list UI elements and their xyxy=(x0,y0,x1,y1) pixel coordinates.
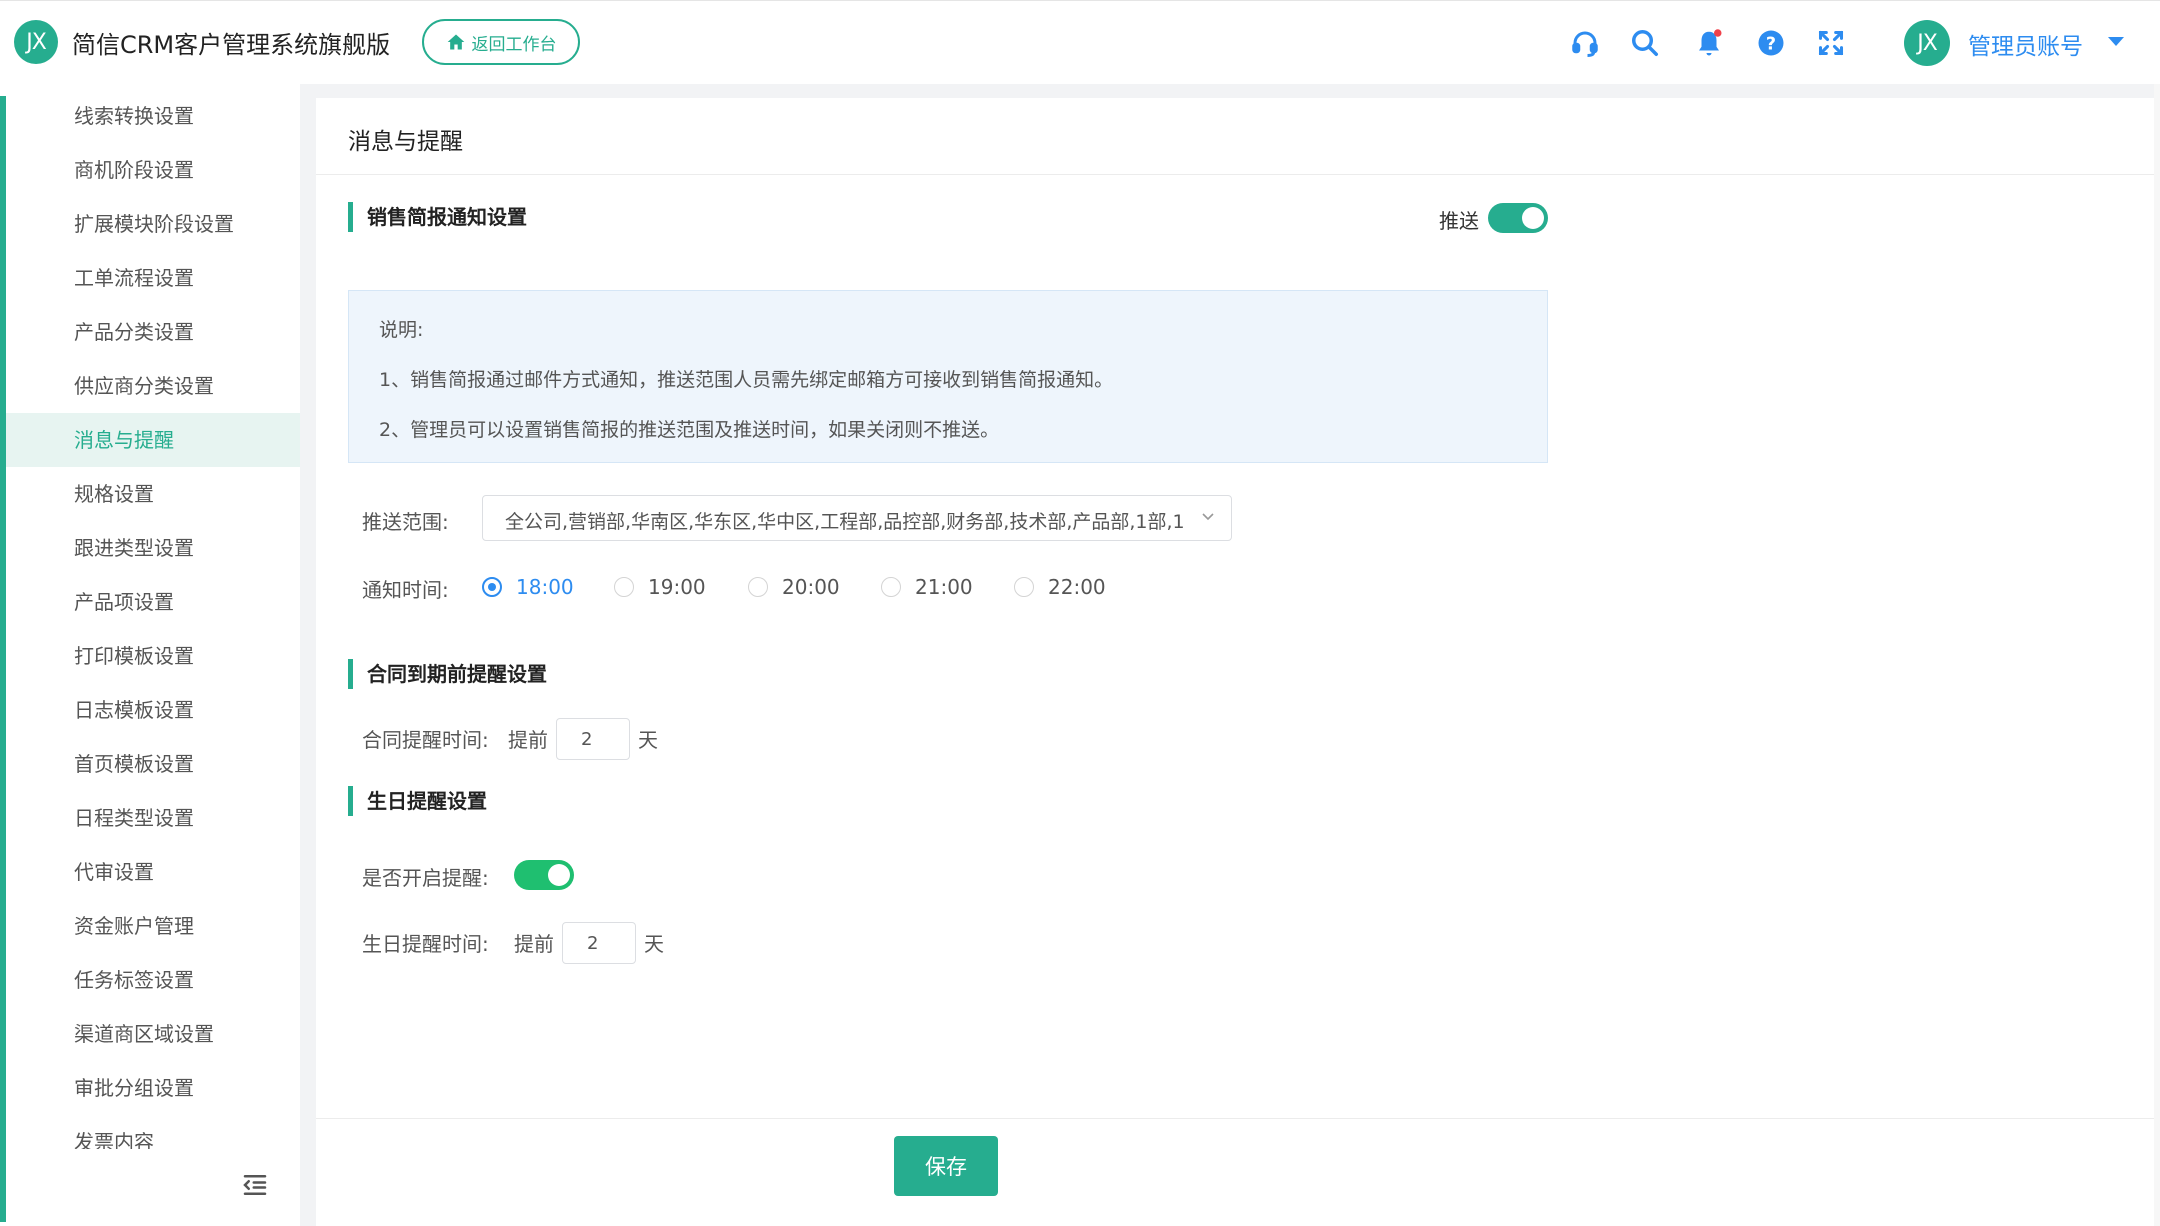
sidebar-item-schedule-type[interactable]: 日程类型设置 xyxy=(6,791,300,845)
bell-icon[interactable] xyxy=(1693,27,1725,59)
svg-text:?: ? xyxy=(1766,34,1776,54)
sidebar-item-product-item[interactable]: 产品项设置 xyxy=(6,575,300,629)
save-button[interactable]: 保存 xyxy=(894,1136,998,1196)
sidebar-item-approval-group[interactable]: 审批分组设置 xyxy=(6,1061,300,1115)
back-button-label: 返回工作台 xyxy=(471,34,557,55)
section-title-birthday: 生日提醒设置 xyxy=(348,786,487,816)
birthday-time-label: 生日提醒时间: xyxy=(362,932,489,956)
birthday-unit: 天 xyxy=(644,932,664,956)
radio-dot xyxy=(748,577,768,597)
radio-dot xyxy=(614,577,634,597)
contract-unit: 天 xyxy=(638,728,658,752)
page-title: 消息与提醒 xyxy=(348,129,463,155)
push-label: 推送 xyxy=(1439,209,1479,233)
radio-dot xyxy=(1014,577,1034,597)
time-option-label: 21:00 xyxy=(915,575,973,599)
help-icon[interactable]: ? xyxy=(1755,27,1787,59)
chevron-down-icon xyxy=(1202,513,1214,521)
time-option-2200[interactable]: 22:00 xyxy=(1014,572,1106,602)
contract-time-label: 合同提醒时间: xyxy=(362,728,489,752)
main-panel: 消息与提醒 销售简报通知设置 推送 说明: 1、销售简报通过邮件方式通知，推送范… xyxy=(316,98,2160,1226)
section-title-sales-report: 销售简报通知设置 xyxy=(348,202,527,232)
toggle-knob xyxy=(548,864,570,886)
user-name[interactable]: 管理员账号 xyxy=(1968,27,2083,61)
sidebar-item-channel-region[interactable]: 渠道商区域设置 xyxy=(6,1007,300,1061)
sidebar-item-opportunity-stage[interactable]: 商机阶段设置 xyxy=(6,143,300,197)
toggle-knob xyxy=(1522,207,1544,229)
time-option-2100[interactable]: 21:00 xyxy=(881,572,973,602)
sidebar-item-task-tag[interactable]: 任务标签设置 xyxy=(6,953,300,1007)
time-option-label: 22:00 xyxy=(1048,575,1106,599)
sidebar-item-workorder-flow[interactable]: 工单流程设置 xyxy=(6,251,300,305)
radio-dot xyxy=(482,577,502,597)
scope-label: 推送范围: xyxy=(362,510,449,534)
headset-icon[interactable] xyxy=(1569,27,1601,59)
sidebar-item-product-category[interactable]: 产品分类设置 xyxy=(6,305,300,359)
home-icon xyxy=(447,34,464,50)
sidebar-item-followup-type[interactable]: 跟进类型设置 xyxy=(6,521,300,575)
contract-prefix: 提前 xyxy=(508,728,548,752)
sales-report-notice: 说明: 1、销售简报通过邮件方式通知，推送范围人员需先绑定邮箱方可接收到销售简报… xyxy=(348,290,1548,463)
user-avatar[interactable]: JX xyxy=(1904,20,1950,66)
birthday-prefix: 提前 xyxy=(514,932,554,956)
settings-menu: 线索转换设置 商机阶段设置 扩展模块阶段设置 工单流程设置 产品分类设置 供应商… xyxy=(6,89,300,1149)
contract-days-input[interactable] xyxy=(556,718,630,760)
notice-heading: 说明: xyxy=(379,319,424,341)
sidebar-item-specifications[interactable]: 规格设置 xyxy=(6,467,300,521)
time-option-label: 20:00 xyxy=(782,575,840,599)
sidebar-item-home-template[interactable]: 首页模板设置 xyxy=(6,737,300,791)
sidebar-item-log-template[interactable]: 日志模板设置 xyxy=(6,683,300,737)
sidebar-item-proxy-approval[interactable]: 代审设置 xyxy=(6,845,300,899)
birthday-days-input[interactable] xyxy=(562,922,636,964)
sidebar-item-print-template[interactable]: 打印模板设置 xyxy=(6,629,300,683)
sidebar-item-extension-stage[interactable]: 扩展模块阶段设置 xyxy=(6,197,300,251)
notify-time-label: 通知时间: xyxy=(362,578,449,602)
chevron-down-icon[interactable] xyxy=(2108,37,2124,46)
birthday-enable-label: 是否开启提醒: xyxy=(362,866,489,890)
notice-line-1: 1、销售简报通过邮件方式通知，推送范围人员需先绑定邮箱方可接收到销售简报通知。 xyxy=(379,369,1114,391)
push-toggle[interactable] xyxy=(1488,203,1548,233)
sidebar-item-messages-reminders[interactable]: 消息与提醒 xyxy=(6,413,300,467)
fullscreen-icon[interactable] xyxy=(1815,27,1847,59)
app-logo: JX xyxy=(14,20,58,64)
birthday-reminder-toggle[interactable] xyxy=(514,860,574,890)
back-to-workbench-button[interactable]: 返回工作台 xyxy=(422,19,580,65)
notice-line-2: 2、管理员可以设置销售简报的推送范围及推送时间，如果关闭则不推送。 xyxy=(379,419,1000,441)
radio-dot xyxy=(881,577,901,597)
top-header: JX 简信CRM客户管理系统旗舰版 返回工作台 ? JX 管理员账号 xyxy=(0,0,2160,84)
title-divider xyxy=(316,174,2160,175)
app-title: 简信CRM客户管理系统旗舰版 xyxy=(72,31,391,59)
time-option-2000[interactable]: 20:00 xyxy=(748,572,840,602)
sidebar-item-fund-account[interactable]: 资金账户管理 xyxy=(6,899,300,953)
push-scope-value: 全公司,营销部,华南区,华东区,华中区,工程部,品控部,财务部,技术部,产品部,… xyxy=(505,511,1185,533)
section-title-contract: 合同到期前提醒设置 xyxy=(348,659,547,689)
time-option-label: 18:00 xyxy=(516,575,574,599)
settings-sidebar: 线索转换设置 商机阶段设置 扩展模块阶段设置 工单流程设置 产品分类设置 供应商… xyxy=(0,84,300,1226)
sidebar-item-invoice-content[interactable]: 发票内容 xyxy=(6,1115,300,1149)
search-icon[interactable] xyxy=(1629,27,1661,59)
time-option-1900[interactable]: 19:00 xyxy=(614,572,706,602)
sidebar-item-lead-conversion[interactable]: 线索转换设置 xyxy=(6,89,300,143)
sidebar-item-supplier-category[interactable]: 供应商分类设置 xyxy=(6,359,300,413)
page-scrollbar[interactable] xyxy=(2154,84,2160,1226)
footer-divider xyxy=(316,1118,2160,1119)
push-scope-select[interactable]: 全公司,营销部,华南区,华东区,华中区,工程部,品控部,财务部,技术部,产品部,… xyxy=(482,495,1232,541)
time-option-1800[interactable]: 18:00 xyxy=(482,572,574,602)
time-option-label: 19:00 xyxy=(648,575,706,599)
collapse-menu-icon[interactable] xyxy=(240,1170,270,1200)
